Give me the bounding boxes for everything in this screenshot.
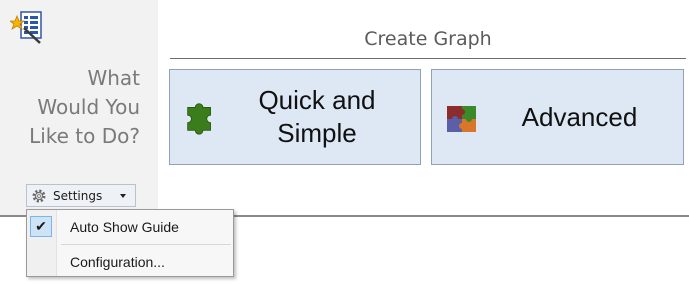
- chevron-down-icon: [120, 193, 126, 198]
- settings-dropdown-button[interactable]: Settings: [26, 184, 136, 207]
- left-panel: What Would You Like to Do? Settings: [0, 0, 158, 215]
- puzzle-piece-icon: [187, 103, 211, 135]
- prompt-line: Like to Do?: [29, 124, 140, 148]
- graph-wizard-icon: [10, 11, 42, 44]
- quick-and-simple-line-1: Quick and: [258, 85, 376, 115]
- settings-label: Settings: [53, 188, 103, 203]
- menu-item-auto-show-guide[interactable]: ✔ Auto Show Guide: [27, 213, 233, 241]
- menu-item-label: Auto Show Guide: [70, 219, 179, 235]
- prompt-line: What: [87, 66, 140, 90]
- menu-separator: [61, 244, 231, 245]
- menu-item-label: Configuration...: [70, 254, 165, 270]
- check-icon: ✔: [30, 216, 52, 237]
- quick-and-simple-button[interactable]: Quick and Simple: [169, 69, 421, 165]
- section-divider: [170, 58, 686, 59]
- advanced-button[interactable]: Advanced: [431, 69, 684, 165]
- advanced-label: Advanced: [521, 101, 638, 132]
- quick-and-simple-line-2: Simple: [277, 118, 357, 148]
- puzzle-pieces-icon: [447, 106, 476, 132]
- menu-item-configuration[interactable]: Configuration...: [27, 248, 233, 276]
- settings-menu: ✔ Auto Show Guide Configuration...: [26, 209, 234, 277]
- gear-icon: [32, 189, 46, 202]
- what-would-you-like-prompt: What Would You Like to Do?: [0, 64, 140, 151]
- quick-and-simple-label: Quick and Simple: [222, 70, 412, 164]
- create-graph-title: Create Graph: [364, 28, 492, 50]
- prompt-line: Would You: [37, 95, 140, 119]
